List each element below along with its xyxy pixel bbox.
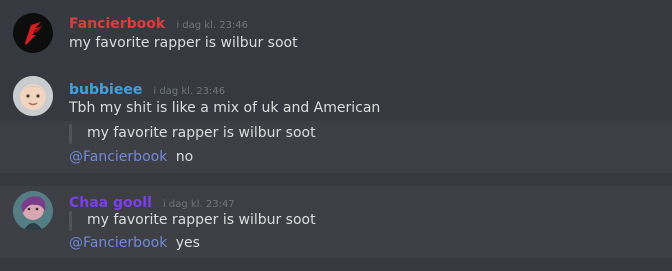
timestamp: i dag kl. 23:47 xyxy=(162,199,235,210)
quote-bar xyxy=(69,211,72,231)
mention-link[interactable]: @Fancierbook xyxy=(69,235,167,251)
reply-line: @Fancierbook yes xyxy=(69,235,200,251)
avatar[interactable] xyxy=(13,191,53,231)
reply-text: yes xyxy=(175,235,200,251)
chat-window: Fancierbook i dag kl. 23:46 my favorite … xyxy=(0,0,672,271)
message-header: Chaa gooll i dag kl. 23:47 xyxy=(69,192,235,211)
quote-text: my favorite rapper is wilbur soot xyxy=(87,212,316,228)
username[interactable]: Chaa gooll xyxy=(69,195,152,211)
chaa-avatar-icon xyxy=(13,191,53,231)
message-group: Chaa gooll i dag kl. 23:47 my favorite r… xyxy=(0,0,672,271)
